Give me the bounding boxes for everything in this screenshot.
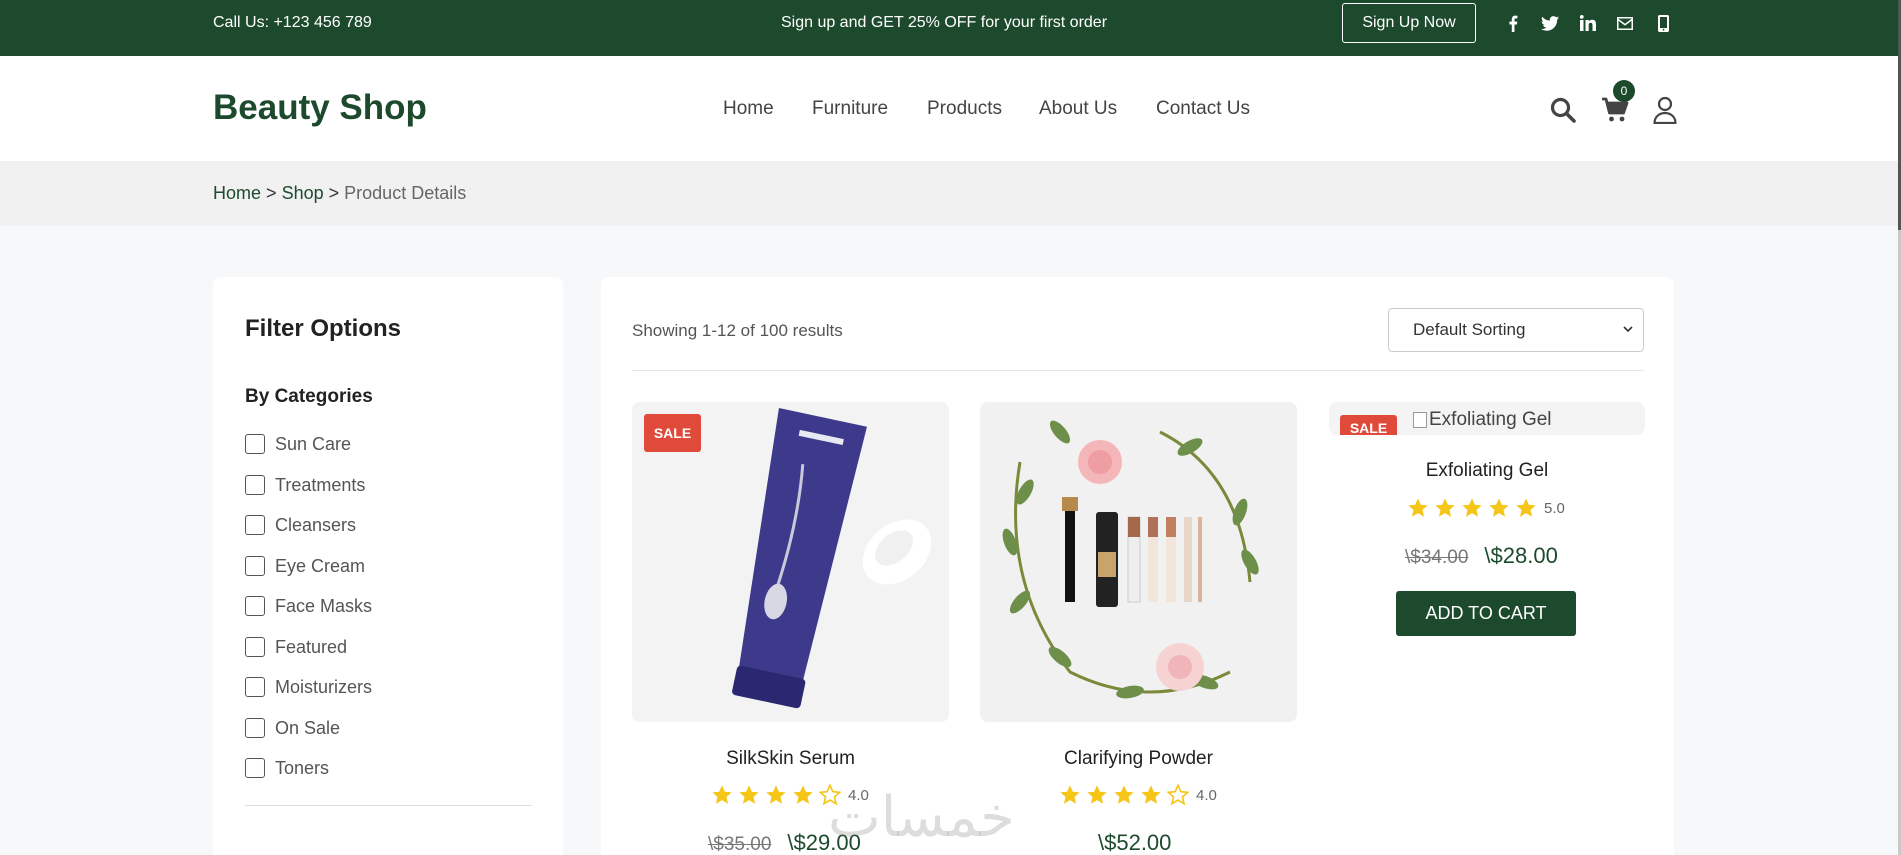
linkedin-icon[interactable] bbox=[1577, 12, 1599, 34]
product-listing: Showing 1-12 of 100 results Default Sort… bbox=[601, 277, 1674, 855]
category-label: Toners bbox=[275, 757, 330, 778]
category-label: On Sale bbox=[275, 717, 341, 738]
star-filled-icon bbox=[1114, 785, 1134, 804]
category-eye-cream[interactable]: Eye Cream bbox=[245, 554, 365, 578]
nav-contact-us[interactable]: Contact Us bbox=[1156, 98, 1250, 120]
star-filled-icon bbox=[1087, 785, 1107, 804]
site-logo[interactable]: Beauty Shop bbox=[213, 88, 427, 128]
category-label: Featured bbox=[275, 636, 348, 657]
category-label: Treatments bbox=[275, 474, 366, 495]
checkbox[interactable] bbox=[245, 434, 265, 454]
categories-heading: By Categories bbox=[245, 386, 373, 407]
category-toners[interactable]: Toners bbox=[245, 756, 329, 780]
sale-badge: SALE bbox=[644, 414, 701, 452]
chevron-down-icon bbox=[1623, 309, 1633, 368]
results-count: Showing 1-12 of 100 results bbox=[632, 321, 843, 340]
old-price: \$35.00 bbox=[708, 834, 772, 855]
category-treatments[interactable]: Treatments bbox=[245, 473, 365, 497]
star-empty-icon bbox=[1167, 784, 1189, 806]
star-filled-icon bbox=[1141, 785, 1161, 804]
star-filled-icon bbox=[1060, 785, 1080, 804]
checkbox[interactable] bbox=[245, 718, 265, 738]
current-price: \$28.00 bbox=[1484, 543, 1558, 568]
watermark: خمسات bbox=[828, 785, 1015, 850]
nav-about-us[interactable]: About Us bbox=[1039, 98, 1117, 120]
current-price: \$52.00 bbox=[1098, 830, 1172, 855]
star-filled-icon bbox=[1516, 498, 1536, 517]
breadcrumb: Home > Shop > Product Details bbox=[213, 183, 466, 204]
twitter-icon[interactable] bbox=[1539, 12, 1561, 34]
checkbox[interactable] bbox=[245, 596, 265, 616]
category-sun-care[interactable]: Sun Care bbox=[245, 432, 351, 456]
checkbox[interactable] bbox=[245, 637, 265, 657]
category-label: Eye Cream bbox=[275, 555, 366, 576]
phone-icon[interactable] bbox=[1652, 12, 1674, 34]
divider bbox=[245, 805, 532, 806]
star-filled-icon bbox=[712, 785, 732, 804]
product-image-alt: Exfoliating Gel bbox=[1413, 409, 1552, 431]
cart-count-badge: 0 bbox=[1613, 80, 1635, 102]
sale-badge: SALE bbox=[1340, 415, 1397, 435]
star-filled-icon bbox=[766, 785, 786, 804]
product-name[interactable]: Exfoliating Gel bbox=[1329, 460, 1645, 482]
facebook-icon[interactable] bbox=[1502, 12, 1524, 34]
product-image[interactable] bbox=[980, 402, 1297, 722]
sort-select[interactable]: Default Sorting bbox=[1388, 308, 1644, 352]
star-filled-icon bbox=[1435, 498, 1455, 517]
checkbox[interactable] bbox=[245, 556, 265, 576]
sort-selected-value: Default Sorting bbox=[1413, 320, 1526, 339]
breadcrumb-current: Product Details bbox=[344, 183, 467, 203]
product-price: \$34.00 \$28.00 bbox=[1405, 543, 1558, 569]
product-rating: 5.0 bbox=[1407, 497, 1565, 519]
star-filled-icon bbox=[793, 785, 813, 804]
nav-home[interactable]: Home bbox=[723, 98, 774, 120]
sign-up-button[interactable]: Sign Up Now bbox=[1342, 3, 1476, 43]
filter-sidebar: Filter Options By Categories Sun Care Tr… bbox=[213, 277, 563, 855]
breadcrumb-bar: Home > Shop > Product Details bbox=[0, 161, 1898, 226]
user-icon[interactable] bbox=[1652, 95, 1678, 125]
category-label: Sun Care bbox=[275, 433, 352, 454]
filter-title: Filter Options bbox=[245, 315, 401, 342]
nav-furniture[interactable]: Furniture bbox=[812, 98, 888, 120]
old-price: \$34.00 bbox=[1405, 547, 1469, 568]
product-name[interactable]: Clarifying Powder bbox=[980, 748, 1297, 770]
broken-image-icon bbox=[1413, 412, 1427, 428]
category-face-masks[interactable]: Face Masks bbox=[245, 594, 372, 618]
divider bbox=[632, 370, 1644, 371]
product-price: \$52.00 bbox=[1098, 830, 1171, 855]
checkbox[interactable] bbox=[245, 515, 265, 535]
product-name[interactable]: SilkSkin Serum bbox=[632, 748, 949, 770]
breadcrumb-shop[interactable]: Shop bbox=[282, 183, 324, 203]
star-filled-icon bbox=[1489, 498, 1509, 517]
category-on-sale[interactable]: On Sale bbox=[245, 716, 340, 740]
star-filled-icon bbox=[1462, 498, 1482, 517]
promo-label: Sign up and GET 25% OFF for your first o… bbox=[780, 14, 1108, 31]
breadcrumb-separator: > bbox=[328, 183, 340, 203]
checkbox[interactable] bbox=[245, 758, 265, 778]
category-label: Cleansers bbox=[275, 514, 357, 535]
category-moisturizers[interactable]: Moisturizers bbox=[245, 675, 372, 699]
category-label: Moisturizers bbox=[275, 676, 373, 697]
add-to-cart-button[interactable]: ADD TO CART bbox=[1396, 591, 1576, 636]
star-filled-icon bbox=[739, 785, 759, 804]
search-icon[interactable] bbox=[1549, 96, 1577, 124]
breadcrumb-home[interactable]: Home bbox=[213, 183, 261, 203]
email-icon[interactable] bbox=[1614, 12, 1636, 34]
checkbox[interactable] bbox=[245, 475, 265, 495]
star-filled-icon bbox=[1408, 498, 1428, 517]
top-bar: Call Us: +123 456 789 Sign up and GET 25… bbox=[0, 0, 1898, 56]
breadcrumb-separator: > bbox=[266, 183, 277, 203]
checkbox[interactable] bbox=[245, 677, 265, 697]
rating-value: 4.0 bbox=[1196, 786, 1217, 804]
rating-value: 5.0 bbox=[1544, 499, 1565, 517]
nav-products[interactable]: Products bbox=[927, 98, 1002, 120]
category-label: Face Masks bbox=[275, 595, 373, 616]
category-cleansers[interactable]: Cleansers bbox=[245, 513, 356, 537]
site-header: Beauty Shop Home Furniture Products Abou… bbox=[0, 56, 1898, 161]
product-rating: 4.0 bbox=[1059, 784, 1217, 806]
image-alt-text: Exfoliating Gel bbox=[1429, 409, 1552, 430]
category-featured[interactable]: Featured bbox=[245, 635, 347, 659]
